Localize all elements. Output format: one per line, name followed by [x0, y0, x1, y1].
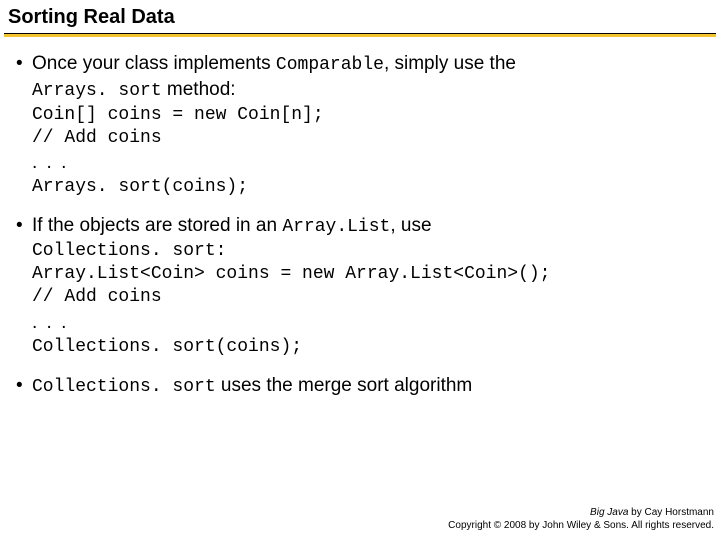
- bullet-2-code1: Array.List: [282, 217, 390, 237]
- bullet-1-text: Once your class implements Comparable, s…: [32, 51, 706, 104]
- bullet-2-post: , use: [390, 215, 431, 236]
- footer-copyright: Copyright © 2008 by John Wiley & Sons. A…: [448, 520, 714, 533]
- ellipsis-2: . . .: [32, 310, 706, 336]
- bullet-2-pre: If the objects are stored in an: [32, 215, 282, 236]
- code-block-2b: Collections. sort(coins);: [32, 336, 706, 359]
- bullet-1-code2: Arrays. sort: [32, 81, 162, 101]
- footer-book: Big Java: [590, 507, 628, 518]
- code-block-2a: Collections. sort: Array.List<Coin> coin…: [32, 240, 706, 310]
- bullet-1-post: method:: [162, 79, 236, 100]
- bullet-1-code1: Comparable: [276, 55, 384, 75]
- bullet-dot: •: [14, 51, 32, 104]
- bullet-dot: •: [14, 213, 32, 239]
- footer: Big Java by Cay Horstmann Copyright © 20…: [448, 507, 714, 532]
- bullet-1-mid: , simply use the: [384, 53, 516, 74]
- bullet-3-post: uses the merge sort algorithm: [216, 375, 473, 396]
- bullet-3-text: Collections. sort uses the merge sort al…: [32, 373, 706, 399]
- ellipsis-1: . . .: [32, 150, 706, 176]
- bullet-3: • Collections. sort uses the merge sort …: [14, 373, 706, 399]
- bullet-1-pre: Once your class implements: [32, 53, 276, 74]
- footer-author: by Cay Horstmann: [628, 507, 714, 518]
- bullet-1: • Once your class implements Comparable,…: [14, 51, 706, 199]
- title-underline: [4, 33, 716, 37]
- slide-content: • Once your class implements Comparable,…: [0, 51, 720, 399]
- slide-title: Sorting Real Data: [0, 0, 720, 33]
- code-block-1b: Arrays. sort(coins);: [32, 176, 706, 199]
- bullet-2: • If the objects are stored in an Array.…: [14, 213, 706, 359]
- footer-line1: Big Java by Cay Horstmann: [448, 507, 714, 520]
- bullet-2-text: If the objects are stored in an Array.Li…: [32, 213, 706, 239]
- bullet-3-code1: Collections. sort: [32, 377, 216, 397]
- bullet-dot: •: [14, 373, 32, 399]
- code-block-1a: Coin[] coins = new Coin[n]; // Add coins: [32, 104, 706, 151]
